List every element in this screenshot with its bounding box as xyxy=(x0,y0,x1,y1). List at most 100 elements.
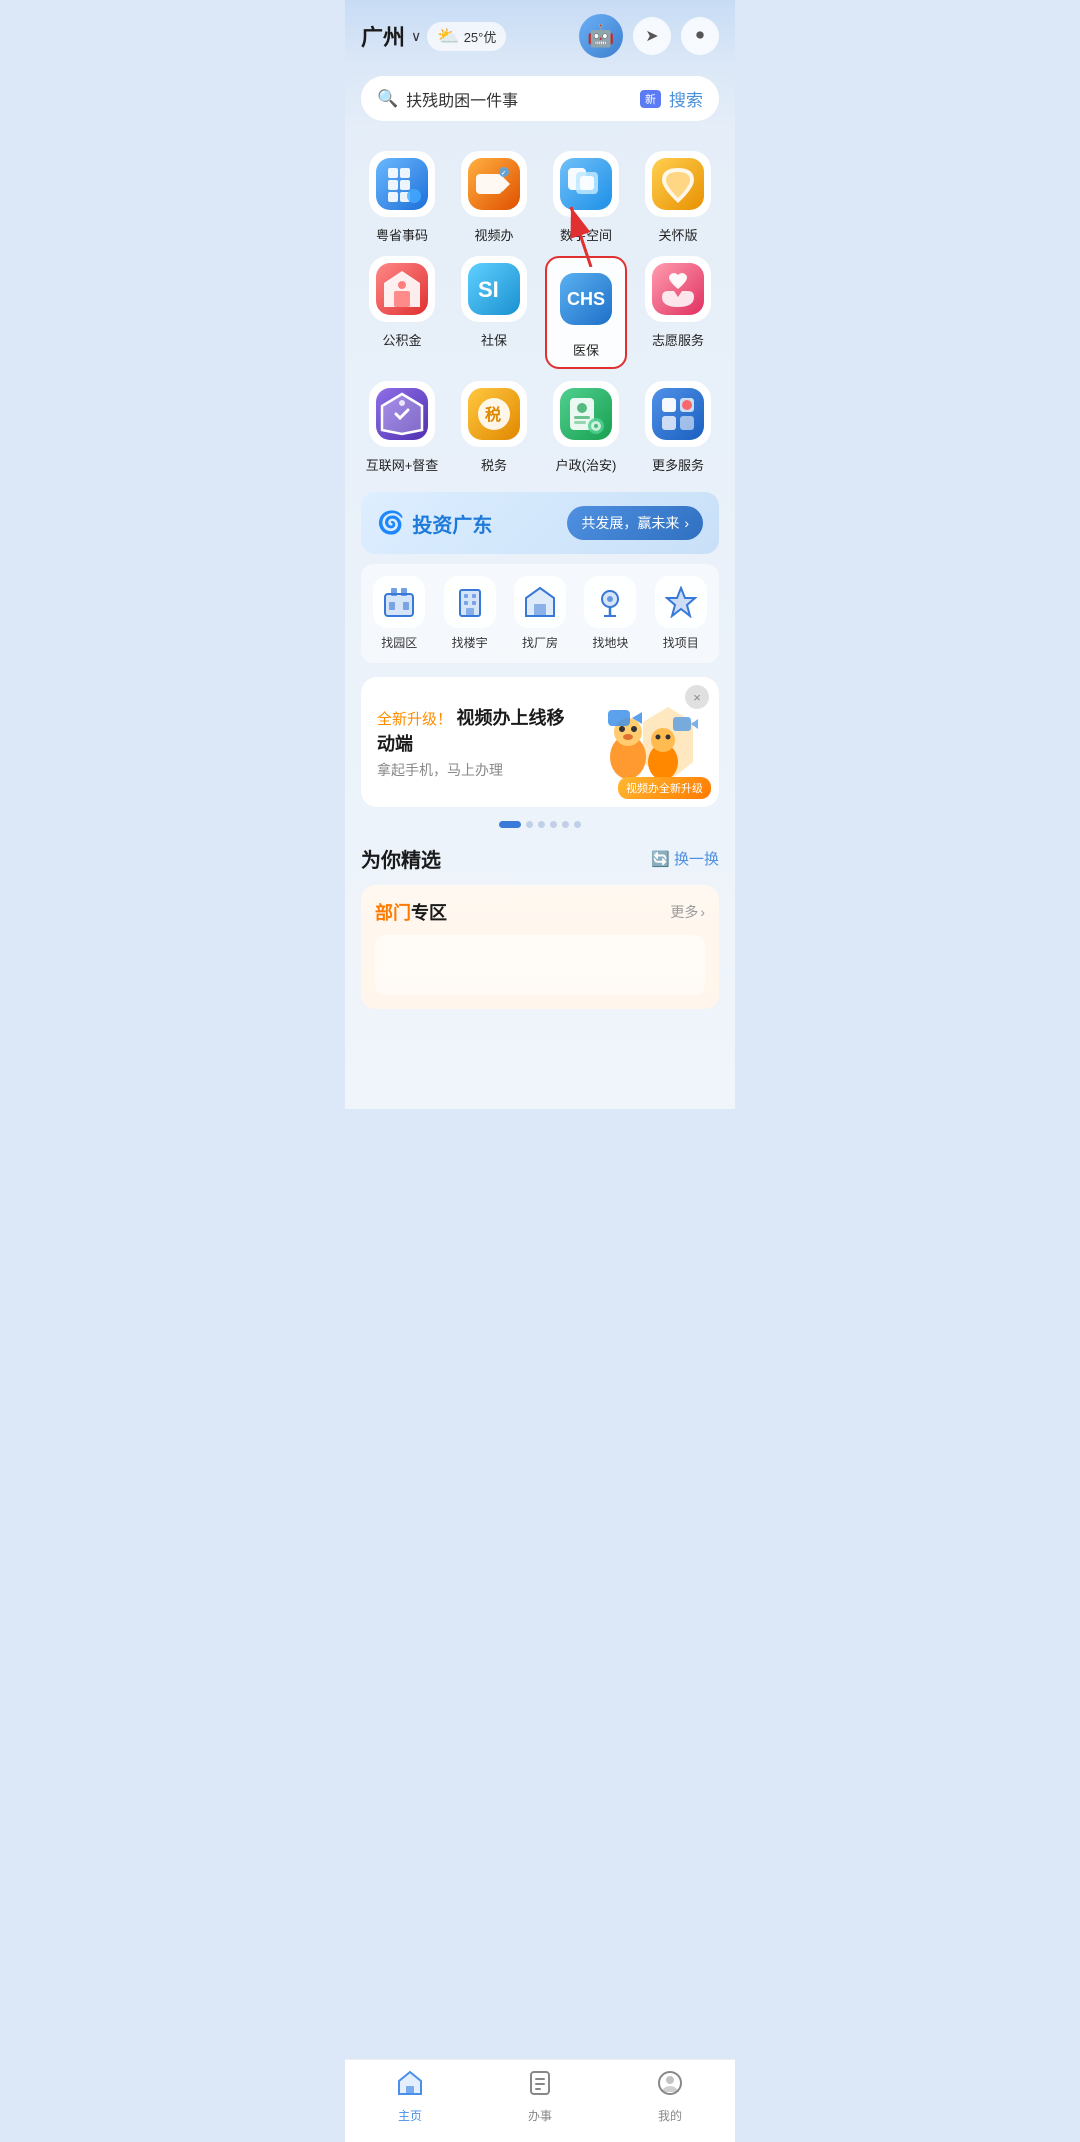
investment-action[interactable]: 共发展，赢未来 › xyxy=(567,506,703,540)
dot-5[interactable] xyxy=(562,821,569,828)
dept-title-orange: 部门 xyxy=(375,903,411,923)
gjj-icon-svg xyxy=(376,263,428,315)
invest-item-yuanqu[interactable]: 找园区 xyxy=(367,576,431,651)
promo-badge: 全新升级！ 视频办上线移动端 xyxy=(377,704,573,756)
service-item-yue[interactable]: 粤省事码 xyxy=(361,151,443,244)
promo-banner[interactable]: 全新升级！ 视频办上线移动端 拿起手机，马上办理 xyxy=(361,677,719,807)
promo-illustration xyxy=(578,702,698,787)
care-icon-svg xyxy=(652,158,704,210)
service-label-yue: 粤省事码 xyxy=(376,225,428,244)
service-label-video: 视频办 xyxy=(474,225,513,244)
nav-item-tasks[interactable]: 办事 xyxy=(505,2070,575,2124)
record-icon: ⏺ xyxy=(696,27,704,45)
service-icon-huzheng xyxy=(553,381,619,447)
search-placeholder-text: 扶残助困一件事 xyxy=(406,87,628,111)
dot-1[interactable] xyxy=(499,821,521,828)
service-item-gjj[interactable]: 公积金 xyxy=(361,256,443,369)
search-badge: 新 xyxy=(640,90,661,108)
invest-icon-dikuai xyxy=(584,576,636,628)
carousel-dots xyxy=(361,821,719,828)
service-icon-shuiwu: 税 xyxy=(461,381,527,447)
service-label-more: 更多服务 xyxy=(652,455,704,474)
nav-item-profile[interactable]: 我的 xyxy=(635,2070,705,2124)
dot-2[interactable] xyxy=(526,821,533,828)
invest-item-changfang[interactable]: 找厂房 xyxy=(508,576,572,651)
dept-more-arrow: › xyxy=(700,904,705,920)
service-item-huzheng[interactable]: 户政(治安) xyxy=(545,381,627,474)
weather-badge[interactable]: ⛅ 25°优 xyxy=(427,22,506,51)
dept-more-label: 更多 xyxy=(670,902,698,922)
service-item-shuiwu[interactable]: 税 税务 xyxy=(453,381,535,474)
service-item-digital[interactable]: 数字空间 xyxy=(545,151,627,244)
chevron-down-icon[interactable]: ∨ xyxy=(411,28,421,45)
ziyuan-icon-svg xyxy=(652,263,704,315)
header-left: 广州 ∨ ⛅ 25°优 xyxy=(361,20,506,52)
invest-item-louyu[interactable]: 找楼宇 xyxy=(437,576,501,651)
invest-icon-yuanqu xyxy=(373,576,425,628)
search-bar[interactable]: 🔍 扶残助困一件事 新 搜索 xyxy=(361,76,719,121)
for-you-section-header: 为你精选 🔄 换一换 xyxy=(361,838,719,885)
digital-icon-svg xyxy=(560,158,612,210)
for-you-refresh-button[interactable]: 🔄 换一换 xyxy=(651,848,719,869)
city-name[interactable]: 广州 xyxy=(361,20,405,52)
profile-nav-icon xyxy=(657,2070,683,2103)
bot-icon: 🤖 xyxy=(587,23,614,49)
bot-avatar[interactable]: 🤖 xyxy=(579,14,623,58)
more-icon-svg xyxy=(652,388,704,440)
header-right: 🤖 ➤ ⏺ xyxy=(579,14,719,58)
location-icon: ➤ xyxy=(645,26,658,46)
service-icon-hulian xyxy=(369,381,435,447)
weather-temp: 25°优 xyxy=(464,27,497,46)
dept-more-button[interactable]: 更多 › xyxy=(670,902,705,922)
service-item-video[interactable]: ✓ 视频办 xyxy=(453,151,535,244)
yb-icon-svg: CHS xyxy=(560,273,612,325)
service-label-huzheng: 户政(治安) xyxy=(556,455,617,474)
investment-sub-grid: 找园区 找楼宇 xyxy=(361,564,719,663)
service-item-more[interactable]: 更多服务 xyxy=(637,381,719,474)
invest-logo-icon: 🌀 xyxy=(377,510,404,536)
svg-text:CHS: CHS xyxy=(567,289,605,309)
service-item-care[interactable]: 关怀版 xyxy=(637,151,719,244)
promo-upgrade-label: 全新升级！ xyxy=(377,711,452,728)
investment-banner[interactable]: 🌀 投资广东 共发展，赢未来 › xyxy=(361,492,719,554)
search-icon: 🔍 xyxy=(377,89,398,109)
promo-text: 全新升级！ 视频办上线移动端 拿起手机，马上办理 xyxy=(377,704,573,780)
dot-6[interactable] xyxy=(574,821,581,828)
nav-item-home[interactable]: 主页 xyxy=(375,2070,445,2124)
promo-close-button[interactable]: × xyxy=(685,685,709,709)
invest-item-xiangmu[interactable]: 找项目 xyxy=(649,576,713,651)
header: 广州 ∨ ⛅ 25°优 🤖 ➤ ⏺ xyxy=(345,0,735,68)
dept-content-placeholder xyxy=(375,935,705,995)
dept-header: 部门专区 更多 › xyxy=(375,899,705,925)
service-label-care: 关怀版 xyxy=(658,225,697,244)
service-label-sb: 社保 xyxy=(481,330,507,349)
service-item-ziyuan[interactable]: 志愿服务 xyxy=(637,256,719,369)
search-bar-wrap: 🔍 扶残助困一件事 新 搜索 xyxy=(345,68,735,135)
search-button[interactable]: 搜索 xyxy=(669,86,703,111)
service-grid-row1: 粤省事码 ✓ 视频办 xyxy=(361,135,719,252)
refresh-label: 换一换 xyxy=(674,848,719,869)
service-icon-ziyuan xyxy=(645,256,711,322)
service-icon-yb: CHS xyxy=(553,266,619,332)
location-button[interactable]: ➤ xyxy=(633,17,671,55)
main-content: 粤省事码 ✓ 视频办 xyxy=(345,135,735,1109)
dot-4[interactable] xyxy=(550,821,557,828)
service-item-sb[interactable]: SI 社保 xyxy=(453,256,535,369)
record-button[interactable]: ⏺ xyxy=(681,17,719,55)
invest-icon-louyu xyxy=(444,576,496,628)
service-item-yb[interactable]: CHS 医保 xyxy=(545,256,627,369)
sb-icon-svg: SI xyxy=(468,263,520,315)
shuiwu-icon-svg: 税 xyxy=(468,388,520,440)
invest-icon-changfang xyxy=(514,576,566,628)
invest-label-xiangmu: 找项目 xyxy=(663,634,699,651)
invest-title: 投资广东 xyxy=(412,509,492,538)
refresh-icon: 🔄 xyxy=(651,850,670,868)
bottom-nav: 主页 办事 我的 xyxy=(345,2059,735,2142)
home-nav-icon xyxy=(397,2070,423,2103)
service-grid-row2: 公积金 SI 社保 xyxy=(361,252,719,377)
dot-3[interactable] xyxy=(538,821,545,828)
service-item-hulian[interactable]: 互联网+督查 xyxy=(361,381,443,474)
bottom-spacer xyxy=(361,1029,719,1109)
invest-item-dikuai[interactable]: 找地块 xyxy=(578,576,642,651)
promo-tag: 视频办全新升级 xyxy=(618,777,711,799)
